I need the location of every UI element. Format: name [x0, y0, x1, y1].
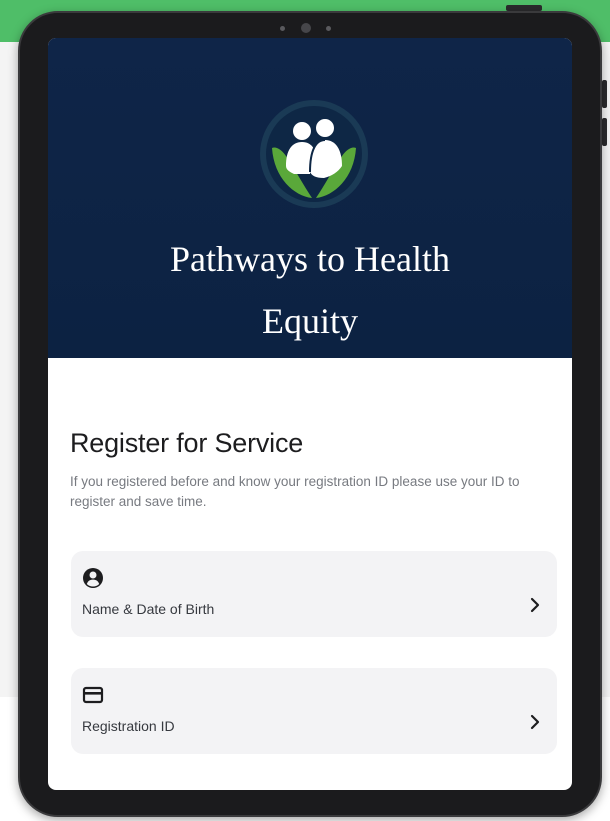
chevron-right-icon	[530, 714, 540, 730]
id-card-icon	[82, 686, 104, 704]
hero-banner: Pathways to Health Equity	[48, 38, 572, 358]
app-title-line1: Pathways to Health	[170, 239, 450, 279]
option-registration-id[interactable]: Registration ID	[71, 668, 557, 754]
logo-icon	[260, 100, 368, 208]
camera-bar	[270, 21, 350, 35]
device-volume-down	[602, 118, 607, 146]
device-volume-up	[602, 80, 607, 108]
camera-lens	[301, 23, 311, 33]
tablet-screen: Pathways to Health Equity Register for S…	[48, 38, 572, 790]
user-circle-icon	[83, 568, 103, 588]
app-title-line2: Equity	[262, 301, 358, 341]
option-name-dob[interactable]: Name & Date of Birth	[71, 551, 557, 637]
app-title: Pathways to Health Equity	[48, 228, 572, 352]
chevron-right-icon	[530, 597, 540, 613]
register-title: Register for Service	[70, 428, 304, 458]
register-description: If you registered before and know your r…	[70, 474, 520, 509]
register-section: Register for Service If you registered b…	[48, 358, 572, 790]
option-label: Name & Date of Birth	[82, 601, 215, 617]
option-label: Registration ID	[82, 718, 175, 734]
sensor-dot	[326, 26, 331, 31]
sensor-dot	[280, 26, 285, 31]
